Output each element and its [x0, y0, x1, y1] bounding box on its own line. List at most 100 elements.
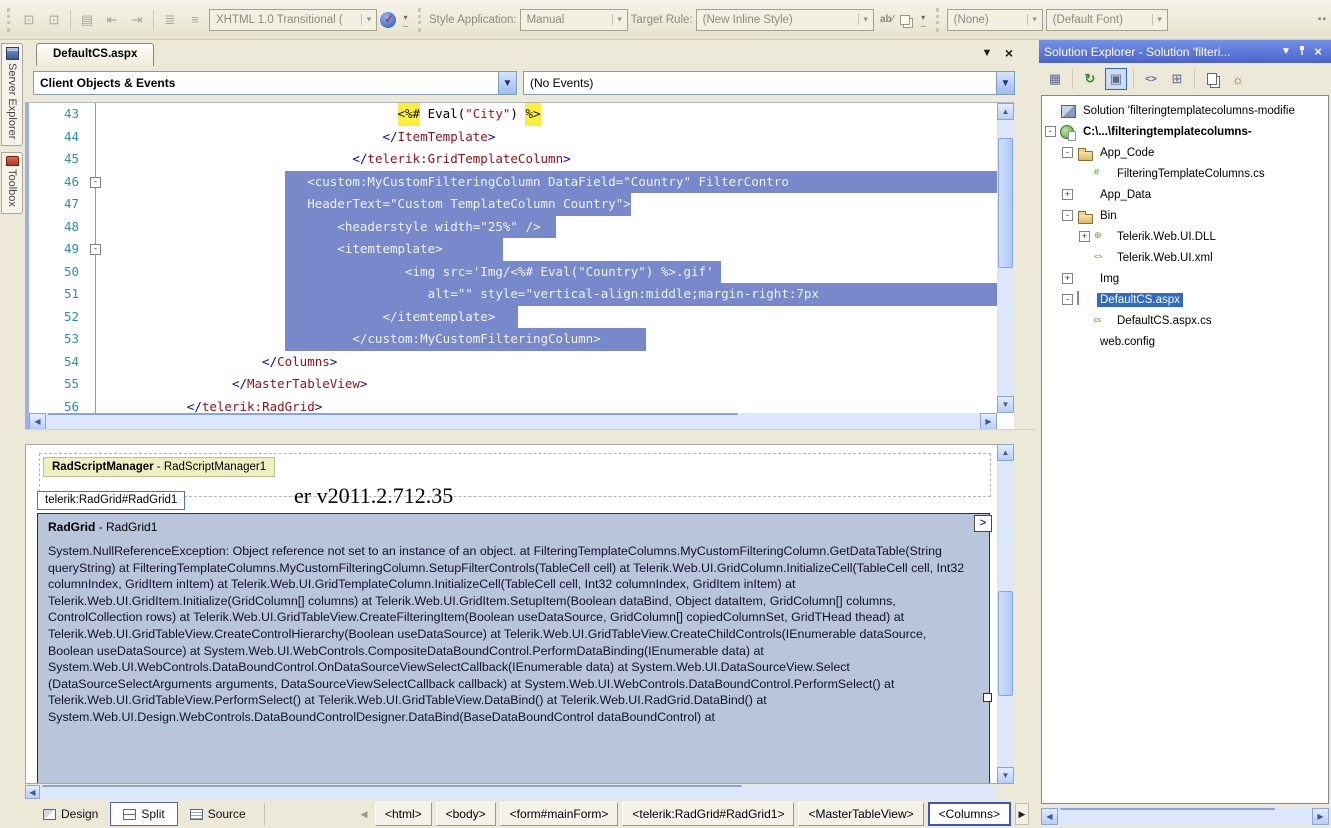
- code-horizontal-scrollbar[interactable]: ◀ ▶: [29, 413, 997, 430]
- tree-row[interactable]: + Telerik.Web.UI.DLL: [1042, 226, 1328, 247]
- scroll-down-icon[interactable]: ▼: [997, 767, 1014, 784]
- code-line[interactable]: 44 </ItemTemplate >: [29, 125, 997, 148]
- view-button-source[interactable]: Source: [178, 802, 258, 826]
- code-line[interactable]: 49- <itemtemplate>: [29, 238, 997, 261]
- radgrid-error-panel[interactable]: RadGrid - RadGrid1 System.NullReferenceE…: [37, 513, 990, 783]
- view-button-design[interactable]: Design: [31, 802, 110, 826]
- resize-handle[interactable]: [983, 693, 992, 702]
- breadcrumb-tag[interactable]: <Columns>: [927, 802, 1011, 826]
- scroll-track[interactable]: [997, 120, 1014, 396]
- document-outline-icon[interactable]: ▤: [76, 9, 98, 31]
- toolbar-overflow-dots[interactable]: ▪▪: [1318, 14, 1327, 25]
- view-designer-icon[interactable]: ⊞: [1166, 68, 1188, 90]
- scroll-thumb[interactable]: [42, 785, 742, 787]
- smart-tag-button[interactable]: >: [974, 515, 992, 532]
- tree-row[interactable]: - C:\...\filteringtemplatecolumns-: [1042, 121, 1328, 142]
- scroll-up-icon[interactable]: ▲: [997, 103, 1014, 120]
- breadcrumb-scroll-left-icon[interactable]: ◀: [357, 803, 371, 825]
- fold-collapse-icon[interactable]: -: [90, 244, 101, 255]
- breadcrumb-tag[interactable]: <telerik:RadGrid#RadGrid1>: [622, 802, 795, 826]
- validation-icon[interactable]: [380, 11, 396, 28]
- tree-row[interactable]: - DefaultCS.aspx: [1042, 289, 1328, 310]
- bullet-list-icon[interactable]: ≣: [159, 9, 181, 31]
- nest-related-files-icon[interactable]: ▣: [1105, 68, 1127, 90]
- solution-explorer-titlebar[interactable]: Solution Explorer - Solution 'filteri...…: [1039, 40, 1331, 63]
- scroll-up-icon[interactable]: ▲: [997, 444, 1014, 461]
- tree-row[interactable]: FilteringTemplateColumns.cs: [1042, 163, 1328, 184]
- scroll-down-icon[interactable]: ▼: [997, 396, 1014, 413]
- collapse-icon[interactable]: -: [1062, 147, 1073, 158]
- target-rule-dropdown[interactable]: (New Inline Style) ▾: [695, 8, 874, 31]
- refresh-icon[interactable]: ↻: [1079, 68, 1101, 90]
- code-line[interactable]: 45 </telerik:GridTemplateColumn >: [29, 148, 997, 171]
- code-line[interactable]: 47 HeaderText="Custom TemplateColumn Cou…: [29, 193, 997, 216]
- design-horizontal-scrollbar[interactable]: ◀: [25, 785, 995, 799]
- numbered-list-icon[interactable]: ≡: [184, 9, 206, 31]
- doctype-dropdown[interactable]: XHTML 1.0 Transitional ( ▾: [209, 8, 377, 31]
- code-line[interactable]: 48 <headerstyle width="25%" />: [29, 215, 997, 238]
- breadcrumb-tag[interactable]: <form#mainForm>: [499, 802, 619, 826]
- code-lines[interactable]: 43 <%# Eval("City") %> 44 </ItemTemplate >…: [29, 103, 997, 413]
- style-application-dropdown[interactable]: Manual ▾: [519, 8, 628, 31]
- solution-horizontal-scrollbar[interactable]: ◀ ▶: [1041, 808, 1329, 825]
- fold-collapse-icon[interactable]: -: [90, 176, 101, 188]
- scroll-left-icon[interactable]: ◀: [29, 413, 46, 430]
- code-line[interactable]: 52 </itemtemplate>: [29, 305, 997, 328]
- collapse-icon[interactable]: -: [1062, 294, 1073, 305]
- font-dropdown[interactable]: (Default Font) ▾: [1045, 8, 1168, 31]
- close-panel-icon[interactable]: ×: [1310, 44, 1326, 59]
- code-line[interactable]: 56 </telerik:RadGrid >: [29, 395, 997, 413]
- toolbar-grip[interactable]: [935, 7, 941, 32]
- tree-row[interactable]: Telerik.Web.UI.xml: [1042, 247, 1328, 268]
- collapse-icon[interactable]: -: [1062, 210, 1073, 221]
- scroll-track[interactable]: [1058, 808, 1312, 825]
- expand-icon[interactable]: +: [1062, 189, 1073, 200]
- design-view[interactable]: RadScriptManager - RadScriptManager1 er …: [25, 444, 1014, 784]
- tree-row[interactable]: DefaultCS.aspx.cs: [1042, 310, 1328, 331]
- browser-preview-icon[interactable]: ⊡: [18, 9, 40, 31]
- apply-styles-icon[interactable]: ab∕: [877, 14, 897, 25]
- code-line[interactable]: 53 </custom:MyCustomFilteringColumn>: [29, 328, 997, 351]
- browser-preview2-icon[interactable]: ⊡: [43, 9, 65, 31]
- event-dropdown[interactable]: (No Events) ▼: [523, 71, 1015, 95]
- scroll-thumb[interactable]: [48, 413, 738, 415]
- scroll-thumb[interactable]: [998, 138, 1013, 268]
- aspnet-configuration-icon[interactable]: ☼: [1227, 68, 1249, 90]
- scroll-right-icon[interactable]: ▶: [980, 413, 997, 430]
- close-document-icon[interactable]: ×: [1001, 45, 1017, 61]
- sidebar-tab-server-explorer[interactable]: Server Explorer: [1, 43, 23, 147]
- scroll-track[interactable]: [40, 785, 995, 799]
- split-view-divider[interactable]: [25, 429, 1035, 444]
- tree-row[interactable]: - Bin: [1042, 205, 1328, 226]
- auto-hide-pin-icon[interactable]: [1294, 45, 1310, 59]
- tab-defaultcs-aspx[interactable]: DefaultCS.aspx: [36, 43, 155, 66]
- view-code-icon[interactable]: <>: [1140, 68, 1162, 90]
- toolbar-grip[interactable]: [418, 7, 423, 32]
- code-line[interactable]: 50 <img src='Img/<%# Eval("Country") %>.…: [29, 260, 997, 283]
- css-class-dropdown[interactable]: (None) ▾: [946, 8, 1043, 31]
- object-dropdown[interactable]: Client Objects & Events ▼: [33, 71, 517, 95]
- code-vertical-scrollbar[interactable]: ▲ ▼: [997, 103, 1014, 413]
- breadcrumb-scroll-right-icon[interactable]: ▶: [1015, 803, 1029, 825]
- manage-styles-icon[interactable]: [899, 14, 910, 25]
- tree-row[interactable]: + App_Data: [1042, 184, 1328, 205]
- design-vertical-scrollbar[interactable]: ▲ ▼: [997, 444, 1014, 784]
- active-files-chevron-icon[interactable]: ▼: [979, 45, 995, 61]
- breadcrumb-tag[interactable]: <MasterTableView>: [798, 802, 924, 826]
- properties-icon[interactable]: ▦: [1044, 68, 1066, 90]
- solution-tree[interactable]: Solution 'filteringtemplatecolumns-modif…: [1041, 95, 1329, 804]
- scroll-thumb[interactable]: [998, 591, 1013, 696]
- collapse-icon[interactable]: -: [1045, 126, 1056, 137]
- expand-icon[interactable]: +: [1079, 231, 1090, 242]
- code-line[interactable]: 54 </Columns >: [29, 350, 997, 373]
- tree-row[interactable]: web.config: [1042, 331, 1328, 352]
- toolbar-overflow-icon[interactable]: ▾ _: [399, 10, 412, 30]
- scroll-left-icon[interactable]: ◀: [1041, 808, 1058, 825]
- breadcrumb-tag[interactable]: <html>: [374, 802, 432, 826]
- tree-row[interactable]: Solution 'filteringtemplatecolumns-modif…: [1042, 100, 1328, 121]
- sidebar-tab-toolbox[interactable]: Toolbox: [1, 152, 23, 215]
- scroll-left-icon[interactable]: ◀: [25, 785, 40, 799]
- indent-icon[interactable]: ⇥: [126, 9, 148, 31]
- expand-icon[interactable]: +: [1062, 273, 1073, 284]
- code-line[interactable]: 46- <custom:MyCustomFilteringColumn Data…: [29, 170, 997, 193]
